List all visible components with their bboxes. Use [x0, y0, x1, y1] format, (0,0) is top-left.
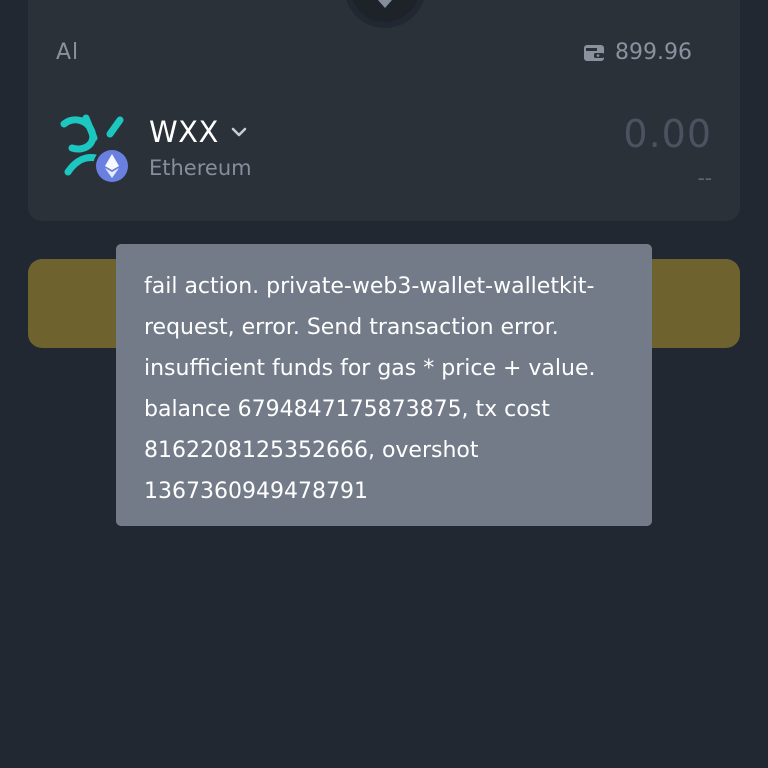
amount-input[interactable]: 0.00 [623, 112, 712, 156]
error-toast: fail action. private-web3-wallet-walletk… [116, 244, 652, 526]
from-token-card [28, 0, 740, 221]
chevron-down-icon [231, 127, 247, 137]
token-selector[interactable]: WXX [149, 115, 247, 149]
available-balance: 899.96 [583, 40, 692, 65]
swap-screen: Al 899.96 WXX Ethereum 0.00 -- fail acti… [0, 0, 768, 768]
token-network: Ethereum [149, 156, 252, 180]
fiat-value: -- [697, 166, 712, 190]
balance-value: 899.96 [615, 40, 692, 65]
token-symbol: WXX [149, 115, 219, 149]
error-message: fail action. private-web3-wallet-walletk… [144, 274, 596, 504]
from-label: Al [56, 40, 80, 65]
arrow-down-icon [378, 0, 392, 8]
wallet-icon [584, 44, 605, 61]
token-logo-icon[interactable] [60, 112, 130, 187]
